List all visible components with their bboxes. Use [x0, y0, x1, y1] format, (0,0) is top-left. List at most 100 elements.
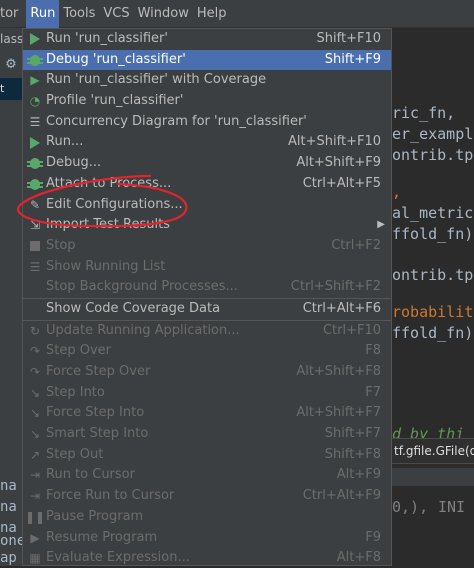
menu-item-label: Evaluate Expression...: [46, 550, 190, 566]
menu-item-import-test-results[interactable]: ⇲ Import Test Results ▶: [23, 215, 391, 236]
menu-item-run-coverage[interactable]: ▶ Run 'run_classifier' with Coverage: [23, 70, 391, 91]
code-editor[interactable]: ric_fn, er_example ontrib.tpu , al_metri…: [392, 28, 474, 566]
menu-item-label: Show Code Coverage Data: [46, 300, 221, 316]
code-line: ffold_fn): [392, 225, 474, 243]
menu-item-shortcut: Shift+F8: [324, 446, 381, 462]
menu-window[interactable]: Window: [134, 0, 193, 28]
menu-item-resume-program[interactable]: ▶ Resume Program F9: [23, 528, 391, 549]
menu-item-shortcut: Alt+Shift+F9: [296, 155, 381, 171]
code-line: ric_fn,: [392, 104, 456, 122]
left-tab-label[interactable]: lassi: [0, 28, 22, 50]
menu-item-concurrency-diagram[interactable]: ☰ Concurrency Diagram for 'run_classifie…: [23, 112, 391, 133]
menu-item-label: Concurrency Diagram for 'run_classifier': [46, 113, 307, 129]
resume-icon: ▶: [30, 530, 40, 545]
menu-item-debug-config[interactable]: Debug 'run_classifier' Shift+F9: [23, 49, 391, 71]
settings-icon[interactable]: ⚙: [0, 54, 22, 76]
smart-step-into-icon: ↘: [29, 427, 41, 442]
menu-item-shortcut: Shift+F9: [324, 51, 381, 67]
menu-item-stop-background[interactable]: Stop Background Processes... Ctrl+Shift+…: [23, 277, 391, 298]
menu-run[interactable]: Run: [26, 0, 60, 28]
menu-item-shortcut: Alt+Shift+F8: [296, 364, 381, 379]
menu-item-label: Step Out: [46, 446, 104, 462]
menu-item-shortcut: Shift+F10: [316, 31, 381, 46]
import-icon: ⇲: [29, 218, 41, 233]
code-line: robabilit: [392, 303, 474, 321]
code-line: INI: [438, 498, 466, 516]
menu-item-step-into[interactable]: ↘ Step Into F7: [23, 383, 391, 404]
menu-item-stop[interactable]: Stop Ctrl+F2: [23, 236, 391, 257]
menu-item-force-run-to-cursor[interactable]: ⇥ Force Run to Cursor Ctrl+Alt+F9: [23, 486, 391, 507]
attach-icon: [27, 174, 43, 195]
debug-icon: [27, 50, 43, 71]
run-to-cursor-icon: ⇥: [29, 468, 41, 483]
menu-item-label: Run 'run_classifier' with Coverage: [46, 72, 267, 88]
profile-icon: ◔: [29, 94, 41, 109]
code-line: ,: [392, 183, 402, 201]
code-line: ffold_fn): [392, 324, 474, 342]
step-over-icon: ↷: [29, 344, 41, 359]
force-run-to-cursor-icon: ⇥: [29, 489, 41, 504]
menu-item-label: Force Step Into: [46, 405, 145, 421]
menu-item-profile[interactable]: ◔ Profile 'run_classifier': [23, 91, 391, 112]
menu-item-label: Run 'run_classifier': [46, 31, 168, 46]
menu-item-debug-dialog[interactable]: Debug... Alt+Shift+F9: [23, 153, 391, 174]
menu-item-label: Edit Configurations...: [46, 196, 183, 212]
run-icon: [27, 132, 43, 153]
code-line: al_metric: [392, 204, 474, 222]
menu-item-shortcut: Ctrl+Alt+F6: [302, 300, 381, 316]
menu-item-label: Attach to Process...: [46, 175, 172, 191]
menu-item-label: Import Test Results: [46, 217, 170, 233]
menu-item-attach-process[interactable]: Attach to Process... Ctrl+Alt+F5: [23, 174, 391, 195]
menu-item-label: Profile 'run_classifier': [46, 93, 184, 109]
force-step-into-icon: ↘: [29, 406, 41, 421]
list-icon: ☰: [29, 259, 41, 274]
left-selected-item[interactable]: t: [0, 78, 22, 100]
menu-item-pause-program[interactable]: ❚❚ Pause Program: [23, 507, 391, 528]
menu-item-label: Stop Background Processes...: [46, 279, 238, 295]
menu-item-shortcut: Alt+Shift+F7: [296, 405, 381, 421]
code-line: ontrib.tpu: [392, 266, 474, 284]
menu-item-step-out[interactable]: ↗ Step Out Shift+F8: [23, 445, 391, 466]
debug-icon: [27, 153, 43, 174]
menu-item-edit-configurations[interactable]: ✎ Edit Configurations...: [23, 195, 391, 216]
menu-item-shortcut: Ctrl+Alt+F5: [302, 175, 381, 191]
menu-item-run-config[interactable]: Run 'run_classifier' Shift+F10: [23, 29, 391, 50]
menu-item-update-running-app[interactable]: ↻ Update Running Application... Ctrl+F10: [23, 321, 391, 342]
menu-item-step-over[interactable]: ↷ Step Over F8: [23, 341, 391, 362]
menu-item-show-coverage-data[interactable]: Show Code Coverage Data Ctrl+Alt+F6: [23, 299, 391, 320]
menu-item-label: Stop: [46, 237, 76, 253]
menu-item-shortcut: Ctrl+Alt+F9: [302, 488, 381, 504]
menu-item-shortcut: F8: [365, 343, 381, 359]
step-out-icon: ↗: [29, 447, 41, 462]
stop-icon: [27, 236, 43, 257]
coverage-icon: ▶: [30, 73, 40, 88]
menu-item-label: Resume Program: [46, 529, 158, 545]
run-menu: Run 'run_classifier' Shift+F10 Debug 'ru…: [22, 28, 392, 566]
code-line: 0,),: [392, 498, 429, 516]
menu-item-shortcut: Shift+F7: [324, 426, 381, 442]
code-line: ontrib.tpu: [392, 146, 474, 164]
menu-item-run-to-cursor[interactable]: ⇥ Run to Cursor Alt+F9: [23, 465, 391, 486]
menu-item-run-dialog[interactable]: Run... Alt+Shift+F10: [23, 132, 391, 153]
menu-vcs[interactable]: VCS: [99, 0, 133, 28]
menu-item-label: Pause Program: [46, 508, 144, 524]
menu-item-label: Step Over: [46, 343, 111, 359]
menu-item-show-running-list[interactable]: ☰ Show Running List: [23, 257, 391, 278]
menu-item-smart-step-into[interactable]: ↘ Smart Step Into Shift+F7: [23, 424, 391, 445]
code-line: er_example: [392, 125, 474, 143]
menu-help[interactable]: Help: [193, 0, 231, 28]
step-into-icon: ↘: [29, 385, 41, 400]
menu-item-evaluate-expression[interactable]: ▦ Evaluate Expression... Alt+F8: [23, 548, 391, 566]
menu-tools[interactable]: Tools: [59, 0, 99, 28]
menu-item-force-step-into[interactable]: ↘ Force Step Into Alt+Shift+F7: [23, 403, 391, 424]
menu-item-label: Show Running List: [46, 258, 166, 274]
menu-item-shortcut: F9: [365, 529, 381, 545]
force-step-over-icon: ↷: [29, 365, 41, 379]
menu-item-label: Debug 'run_classifier': [46, 51, 186, 67]
menu-item-label: Force Run to Cursor: [46, 488, 175, 504]
menu-item-force-step-over[interactable]: ↷ Force Step Over Alt+Shift+F8: [23, 362, 391, 383]
menu-editor[interactable]: tor: [0, 0, 22, 28]
menu-item-label: Update Running Application...: [46, 322, 240, 338]
left-code-line: na: [0, 499, 17, 515]
update-icon: ↻: [29, 323, 41, 338]
